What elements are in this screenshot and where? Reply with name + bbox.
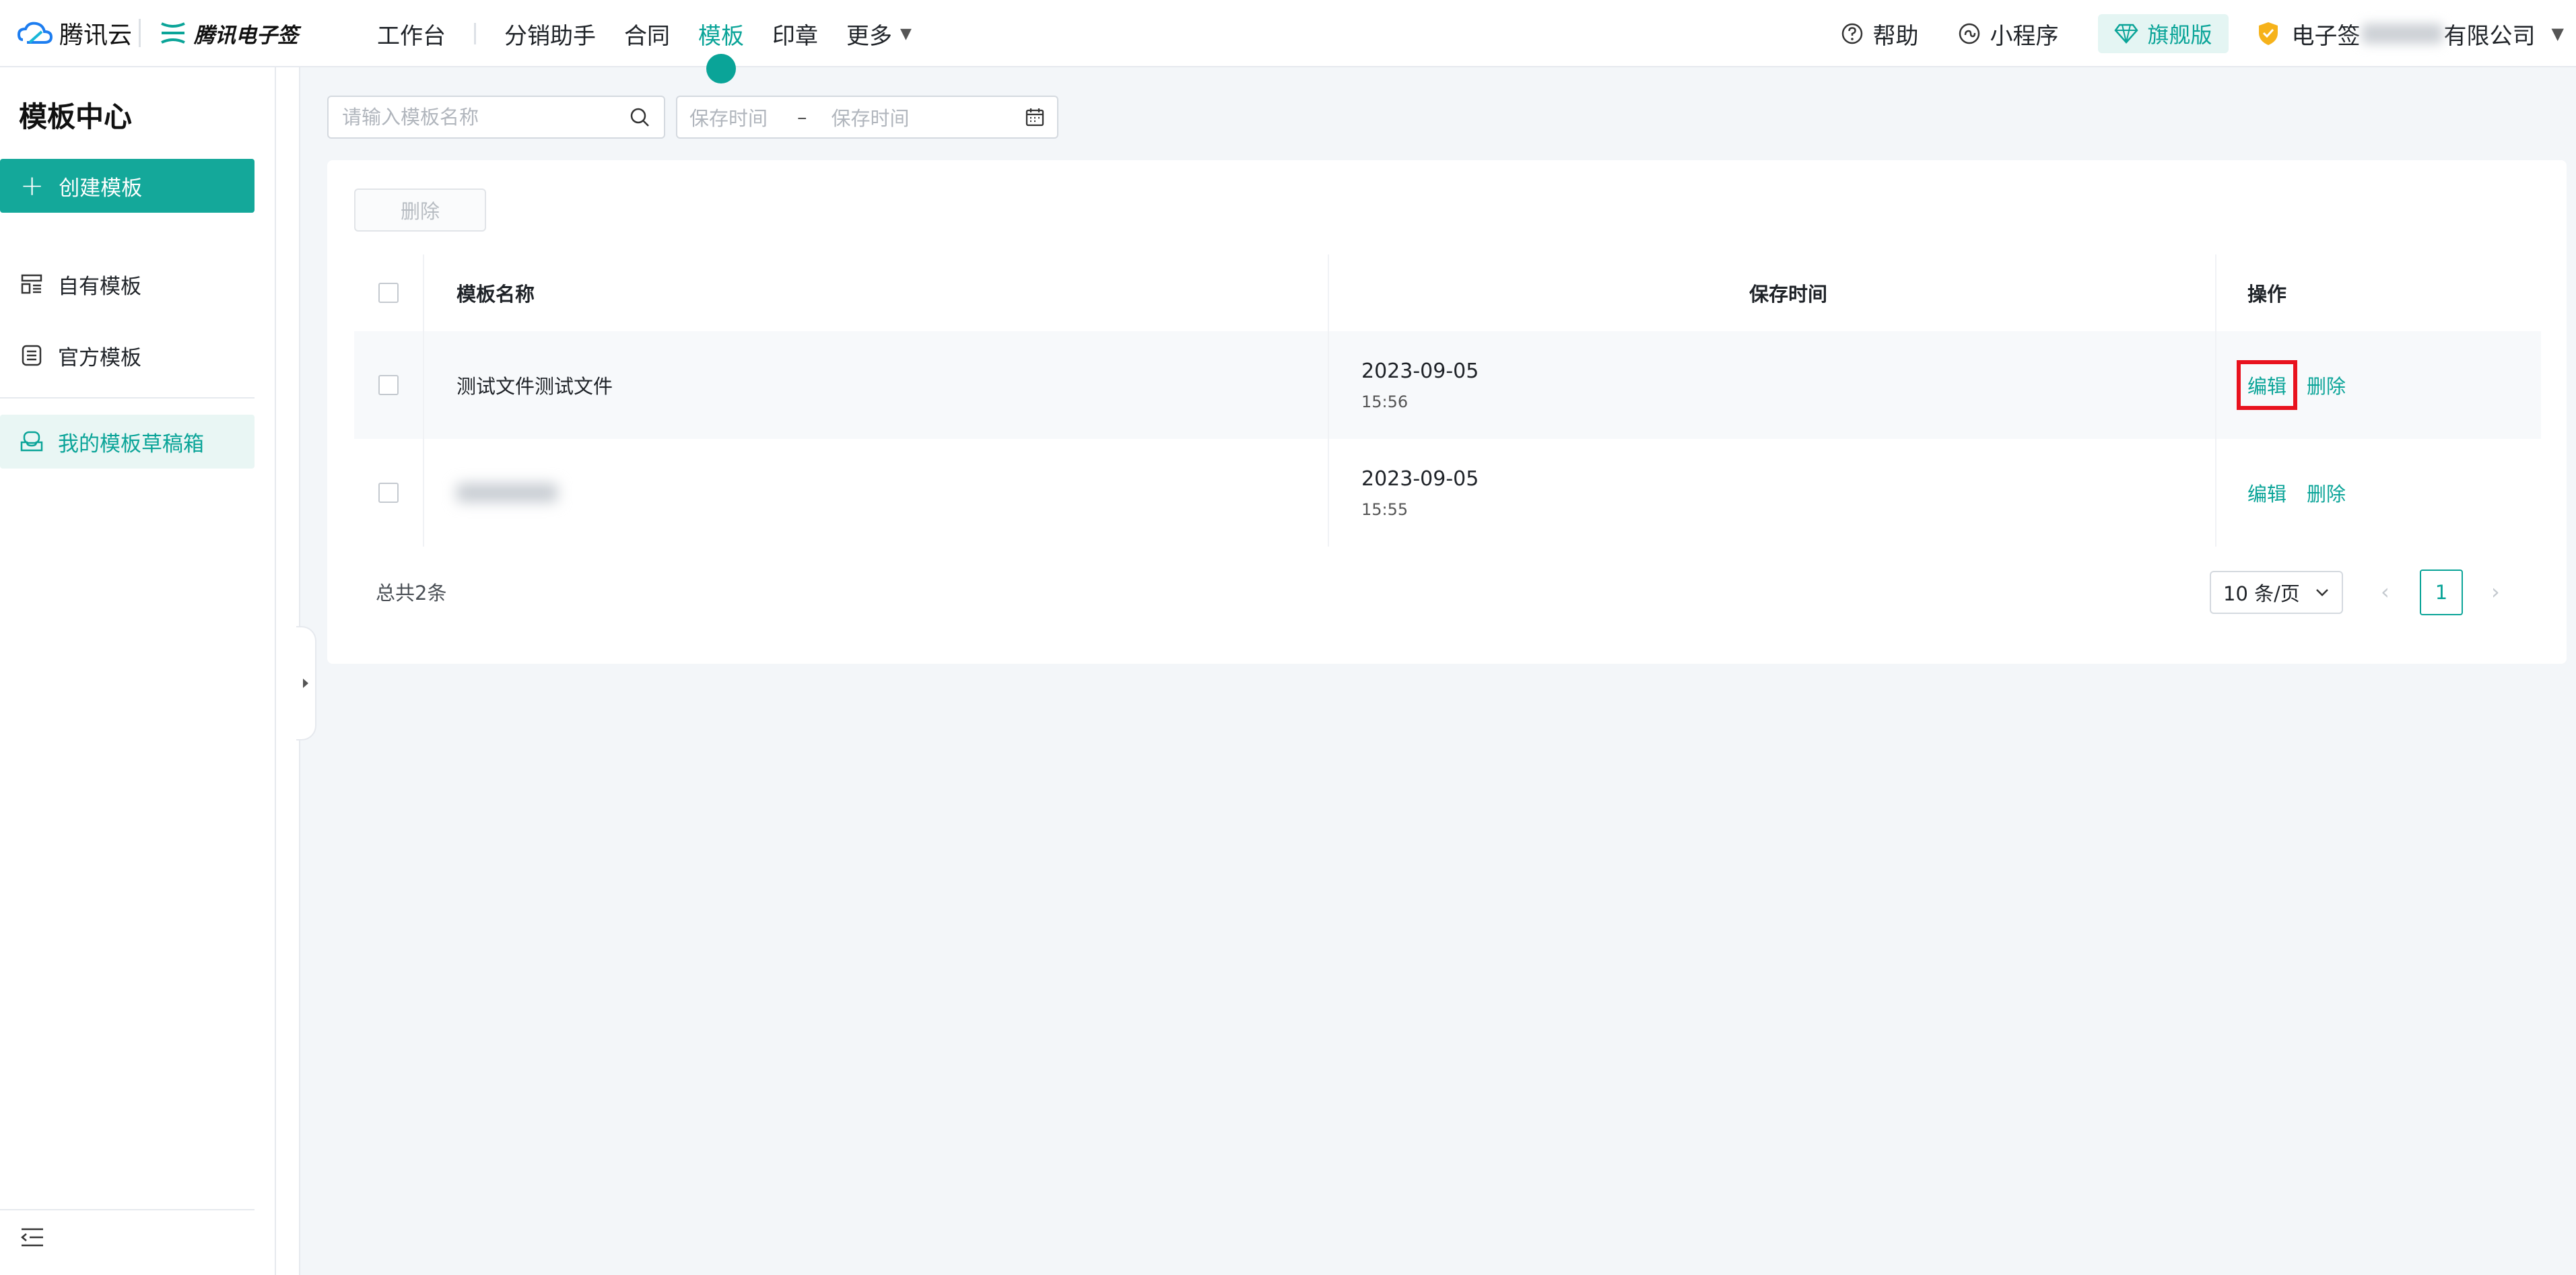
row-actions: 编辑 删除 — [2215, 331, 2541, 439]
save-date: 2023-09-05 — [1361, 359, 1479, 383]
column-header-actions: 操作 — [2247, 283, 2287, 306]
caret-down-icon: ▼ — [2551, 24, 2564, 43]
company-name-redacted — [2361, 24, 2443, 44]
date-end-field[interactable]: 保存时间 — [832, 103, 910, 131]
edit-link[interactable]: 编辑 — [2236, 360, 2298, 410]
nav-more[interactable]: 更多 ▼ — [846, 0, 912, 67]
sidebar-item-label: 官方模板 — [58, 345, 141, 370]
batch-delete-button[interactable]: 删除 — [354, 188, 486, 232]
sidebar: 模板中心 + 创建模板 自有模板 官方模板 我的模板草稿箱 — [0, 67, 276, 1275]
column-header-save-time: 保存时间 — [1749, 283, 1827, 306]
sidebar-toggle-button[interactable] — [296, 626, 316, 740]
date-start-field[interactable]: 保存时间 — [689, 103, 768, 131]
esign-logo-icon — [161, 22, 185, 44]
sidebar-item-label: 自有模板 — [58, 274, 141, 299]
esign-logo-text: 腾讯电子签 — [194, 23, 298, 48]
table-row: 2023-09-05 15:55 编辑 删除 — [354, 439, 2541, 547]
company-name-suffix: 有限公司 — [2443, 22, 2536, 50]
company-name-prefix: 电子签 — [2291, 22, 2361, 50]
row-actions: 编辑 删除 — [2215, 439, 2541, 547]
help-label: 帮助 — [1872, 22, 1919, 50]
header-checkbox-cell — [354, 254, 423, 331]
diamond-icon — [2113, 24, 2138, 44]
top-right-actions: 帮助 小程序 旗舰版 电子签 有限公司 ▼ — [1841, 0, 2576, 67]
drafts-card: 删除 模板名称 保存时间 操作 测试文件测试文件 2023-09-05 15:5… — [327, 160, 2567, 664]
row-checkbox[interactable] — [378, 483, 399, 503]
delete-link[interactable]: 删除 — [2307, 371, 2346, 399]
sidebar-item-own-templates[interactable]: 自有模板 — [0, 257, 255, 311]
sidebar-title: 模板中心 — [19, 100, 133, 133]
edit-link[interactable]: 编辑 — [2247, 479, 2286, 507]
nav-contract[interactable]: 合同 — [624, 0, 670, 67]
template-name-cell — [423, 439, 1328, 547]
top-bar: 腾讯云 腾讯电子签 工作台 分销助手 合同 模板 印章 更多 ▼ 帮助 小程序 … — [0, 0, 2576, 83]
template-name-redacted — [456, 483, 557, 502]
sidebar-item-template-drafts[interactable]: 我的模板草稿箱 — [0, 415, 255, 469]
nav-workbench[interactable]: 工作台 — [377, 0, 446, 67]
save-time: 15:56 — [1361, 392, 1409, 411]
sidebar-item-official-templates[interactable]: 官方模板 — [0, 329, 255, 382]
column-header-template-name: 模板名称 — [456, 283, 535, 306]
nav-more-label: 更多 — [846, 22, 892, 50]
mini-program-link[interactable]: 小程序 — [1958, 18, 2059, 50]
sidebar-footer-divider — [0, 1209, 255, 1210]
save-time: 15:55 — [1361, 499, 1409, 519]
sidebar-item-label: 我的模板草稿箱 — [58, 432, 204, 456]
row-checkbox[interactable] — [378, 375, 399, 395]
page-size-select[interactable]: 10 条/页 — [2210, 571, 2343, 614]
next-page-button[interactable]: › — [2491, 579, 2500, 605]
select-all-checkbox[interactable] — [378, 283, 399, 303]
sidebar-divider — [0, 397, 255, 399]
table-row: 测试文件测试文件 2023-09-05 15:56 编辑 删除 — [354, 331, 2541, 439]
mini-program-label: 小程序 — [1990, 22, 2059, 50]
nav-template[interactable]: 模板 — [698, 0, 744, 83]
caret-right-icon — [303, 679, 308, 688]
draft-box-icon — [20, 431, 43, 452]
save-time-range-picker[interactable]: 保存时间 – 保存时间 — [676, 96, 1058, 139]
page-size-value: 10 条/页 — [2223, 582, 2300, 605]
nav-divider — [474, 23, 476, 44]
delete-link[interactable]: 删除 — [2307, 479, 2346, 507]
tencent-cloud-logo[interactable]: 腾讯云 — [18, 12, 132, 54]
drafts-table: 模板名称 保存时间 操作 测试文件测试文件 2023-09-05 15:56 编… — [354, 254, 2541, 547]
save-date: 2023-09-05 — [1361, 467, 1479, 491]
flagship-edition-badge[interactable]: 旗舰版 — [2097, 14, 2229, 53]
template-name: 测试文件测试文件 — [456, 375, 613, 398]
caret-down-icon: ▼ — [900, 25, 912, 42]
save-time-cell: 2023-09-05 15:55 — [1328, 439, 2215, 547]
shield-check-icon — [2258, 22, 2278, 45]
page-number-button[interactable]: 1 — [2420, 570, 2463, 615]
nav-distribution-assistant[interactable]: 分销助手 — [504, 0, 596, 67]
row-checkbox-cell — [354, 331, 423, 439]
brand-divider — [139, 19, 141, 47]
tencent-cloud-text: 腾讯云 — [59, 22, 133, 49]
esign-logo[interactable]: 腾讯电子签 — [159, 12, 298, 54]
help-circle-icon — [1841, 23, 1862, 44]
collapse-menu-button[interactable] — [20, 1227, 44, 1251]
create-template-button[interactable]: + 创建模板 — [0, 159, 255, 213]
help-link[interactable]: 帮助 — [1841, 18, 1919, 50]
row-checkbox-cell — [354, 439, 423, 547]
plus-icon: + — [20, 169, 44, 202]
nav-seal[interactable]: 印章 — [772, 0, 818, 67]
mini-program-icon — [1959, 23, 1979, 44]
collapse-menu-icon — [21, 1228, 43, 1247]
total-count: 总共2条 — [376, 582, 447, 605]
company-switcher[interactable]: 电子签 有限公司 ▼ — [2257, 18, 2564, 50]
date-range-separator: – — [797, 106, 807, 129]
save-time-cell: 2023-09-05 15:56 — [1328, 331, 2215, 439]
layout-template-icon — [21, 274, 42, 294]
create-template-label: 创建模板 — [59, 176, 143, 201]
main-nav: 工作台 分销助手 合同 模板 印章 更多 ▼ — [377, 0, 940, 83]
official-template-icon — [22, 345, 42, 366]
prev-page-button[interactable]: ‹ — [2381, 579, 2389, 605]
flagship-edition-label: 旗舰版 — [2147, 22, 2212, 48]
template-search-box[interactable] — [327, 96, 665, 139]
chevron-down-icon — [2316, 589, 2328, 596]
search-icon[interactable] — [629, 106, 650, 128]
table-header-row: 模板名称 保存时间 操作 — [354, 254, 2541, 331]
template-search-input[interactable] — [342, 106, 598, 129]
tencent-cloud-icon — [18, 22, 53, 44]
calendar-icon[interactable] — [1025, 107, 1045, 127]
